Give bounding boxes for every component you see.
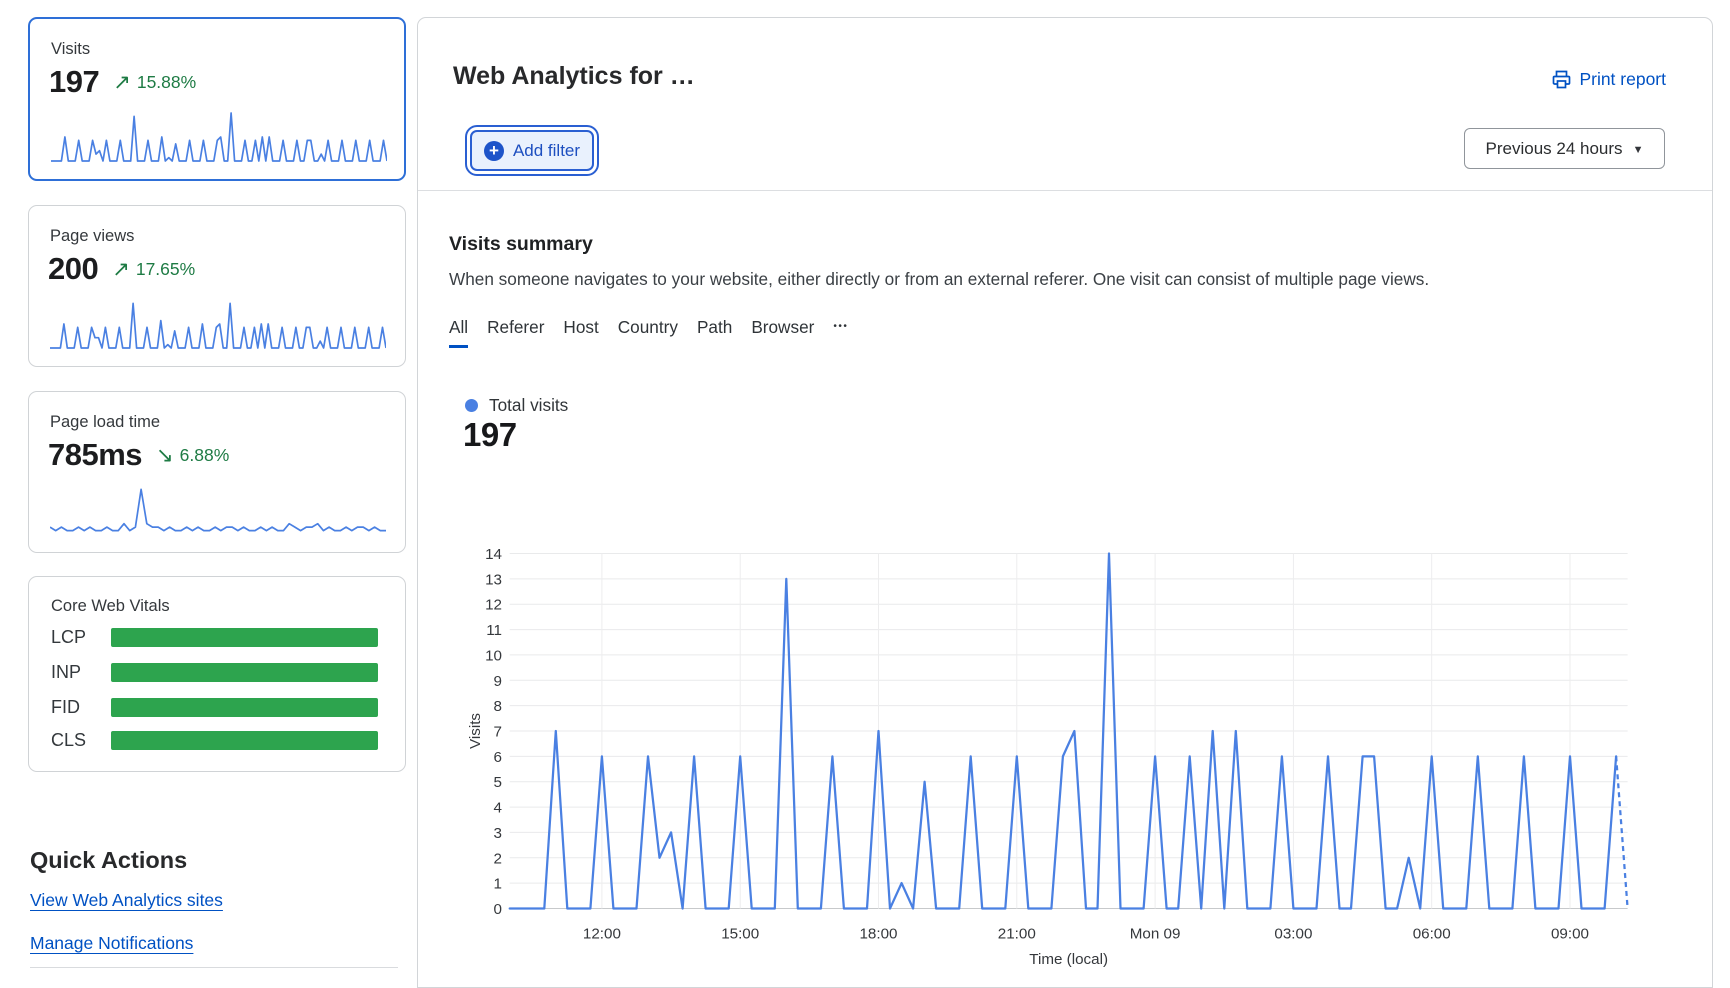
svg-text:11: 11 <box>486 622 502 639</box>
cwv-row-fid: FID <box>51 697 378 718</box>
add-filter-label: Add filter <box>513 141 580 161</box>
svg-text:Mon 09: Mon 09 <box>1130 926 1181 943</box>
svg-text:4: 4 <box>494 800 502 817</box>
metric-row: 785ms ↘ 6.88% <box>48 437 405 473</box>
tab-more-options[interactable]: ••• <box>833 321 848 344</box>
chevron-down-icon: ▼ <box>1633 144 1644 156</box>
metric-row: 197 ↗ 15.88% <box>49 64 404 100</box>
svg-text:8: 8 <box>494 698 502 715</box>
add-filter-button[interactable]: + Add filter <box>470 130 594 171</box>
tab-browser[interactable]: Browser <box>751 317 814 348</box>
time-range-dropdown[interactable]: Previous 24 hours ▼ <box>1464 128 1665 169</box>
sparkline-container <box>50 298 386 355</box>
metric-card-label: Page views <box>50 227 405 246</box>
plus-circle-icon: + <box>484 141 504 161</box>
trend-up-arrow-icon: ↗ <box>112 259 130 280</box>
legend-label: Total visits <box>489 395 568 416</box>
svg-text:5: 5 <box>494 774 502 791</box>
cwv-row-cls: CLS <box>51 730 378 751</box>
svg-text:21:00: 21:00 <box>998 926 1036 943</box>
cwv-row-lcp: LCP <box>51 627 378 648</box>
page-title: Web Analytics for … <box>453 62 695 91</box>
trend-percent: 15.88% <box>137 72 196 93</box>
sparkline-chart <box>50 298 386 350</box>
printer-icon <box>1552 70 1571 89</box>
trend-percent: 6.88% <box>180 445 230 466</box>
svg-text:9: 9 <box>494 673 502 690</box>
legend-dot-icon <box>465 399 478 412</box>
metric-value: 200 <box>48 251 98 287</box>
main-panel: Web Analytics for … Print report + Add f… <box>417 17 1713 988</box>
total-visits-value: 197 <box>463 416 517 454</box>
svg-text:1: 1 <box>494 876 502 893</box>
visits-summary-title: Visits summary <box>449 233 593 256</box>
svg-text:Time (local): Time (local) <box>1029 951 1108 968</box>
sparkline-container <box>50 484 386 541</box>
core-web-vitals-card[interactable]: Core Web Vitals LCP INP FID CLS <box>28 576 406 772</box>
svg-text:18:00: 18:00 <box>859 926 897 943</box>
quick-action-link-manage-notifications[interactable]: Manage Notifications <box>30 933 193 954</box>
trend-up-arrow-icon: ↗ <box>113 72 131 93</box>
cwv-status-bar <box>111 628 378 647</box>
quick-actions-title: Quick Actions <box>30 847 187 874</box>
svg-text:15:00: 15:00 <box>721 926 759 943</box>
svg-text:12: 12 <box>485 597 502 614</box>
metric-card-page-views[interactable]: Page views 200 ↗ 17.65% <box>28 205 406 367</box>
dimension-tabs: All Referer Host Country Path Browser ••• <box>449 317 848 348</box>
metric-value: 197 <box>49 64 99 100</box>
svg-text:Visits: Visits <box>467 713 484 749</box>
tab-host[interactable]: Host <box>563 317 598 348</box>
cwv-label: FID <box>51 697 111 718</box>
tab-all[interactable]: All <box>449 317 468 348</box>
header-divider <box>418 190 1712 191</box>
svg-text:12:00: 12:00 <box>583 926 621 943</box>
tab-referer[interactable]: Referer <box>487 317 544 348</box>
cwv-label: LCP <box>51 627 111 648</box>
trend-percent: 17.65% <box>136 259 195 280</box>
tab-country[interactable]: Country <box>618 317 678 348</box>
trend-indicator: ↗ 15.88% <box>113 72 196 93</box>
metric-card-visits[interactable]: Visits 197 ↗ 15.88% <box>28 17 406 181</box>
svg-text:3: 3 <box>494 825 502 842</box>
svg-text:09:00: 09:00 <box>1551 926 1589 943</box>
core-web-vitals-title: Core Web Vitals <box>51 597 405 616</box>
trend-indicator: ↗ 17.65% <box>112 259 195 280</box>
cwv-row-inp: INP <box>51 662 378 683</box>
metric-card-page-load-time[interactable]: Page load time 785ms ↘ 6.88% <box>28 391 406 553</box>
metric-value: 785ms <box>48 437 142 473</box>
svg-text:14: 14 <box>485 546 502 563</box>
svg-text:0: 0 <box>494 901 502 918</box>
sparkline-chart <box>51 111 387 163</box>
tab-path[interactable]: Path <box>697 317 732 348</box>
metric-card-label: Page load time <box>50 413 405 432</box>
trend-down-arrow-icon: ↘ <box>156 445 174 466</box>
cwv-status-bar <box>111 731 378 750</box>
svg-text:10: 10 <box>485 647 502 664</box>
svg-text:6: 6 <box>494 749 502 766</box>
svg-text:06:00: 06:00 <box>1413 926 1451 943</box>
svg-text:03:00: 03:00 <box>1274 926 1312 943</box>
sparkline-chart <box>50 484 386 536</box>
time-range-value: Previous 24 hours <box>1486 139 1623 159</box>
trend-indicator: ↘ 6.88% <box>156 445 229 466</box>
chart-legend: Total visits <box>465 395 568 416</box>
svg-text:7: 7 <box>494 724 502 741</box>
web-analytics-dashboard: Visits197↗15.88%Page views200↗17.65%Page… <box>0 0 1730 988</box>
cwv-status-bar <box>111 698 378 717</box>
metric-row: 200 ↗ 17.65% <box>48 251 405 287</box>
svg-text:2: 2 <box>494 850 502 867</box>
visits-summary-description: When someone navigates to your website, … <box>449 269 1429 290</box>
cwv-label: INP <box>51 662 111 683</box>
svg-text:13: 13 <box>485 571 502 588</box>
cwv-label: CLS <box>51 730 111 751</box>
quick-action-link-view-web-analytics-sites[interactable]: View Web Analytics sites <box>30 890 223 911</box>
sparkline-container <box>51 111 387 168</box>
metric-card-label: Visits <box>51 40 404 59</box>
print-report-link[interactable]: Print report <box>1552 69 1666 90</box>
cwv-status-bar <box>111 663 378 682</box>
print-report-label: Print report <box>1579 69 1666 90</box>
sidebar-divider <box>30 967 398 968</box>
